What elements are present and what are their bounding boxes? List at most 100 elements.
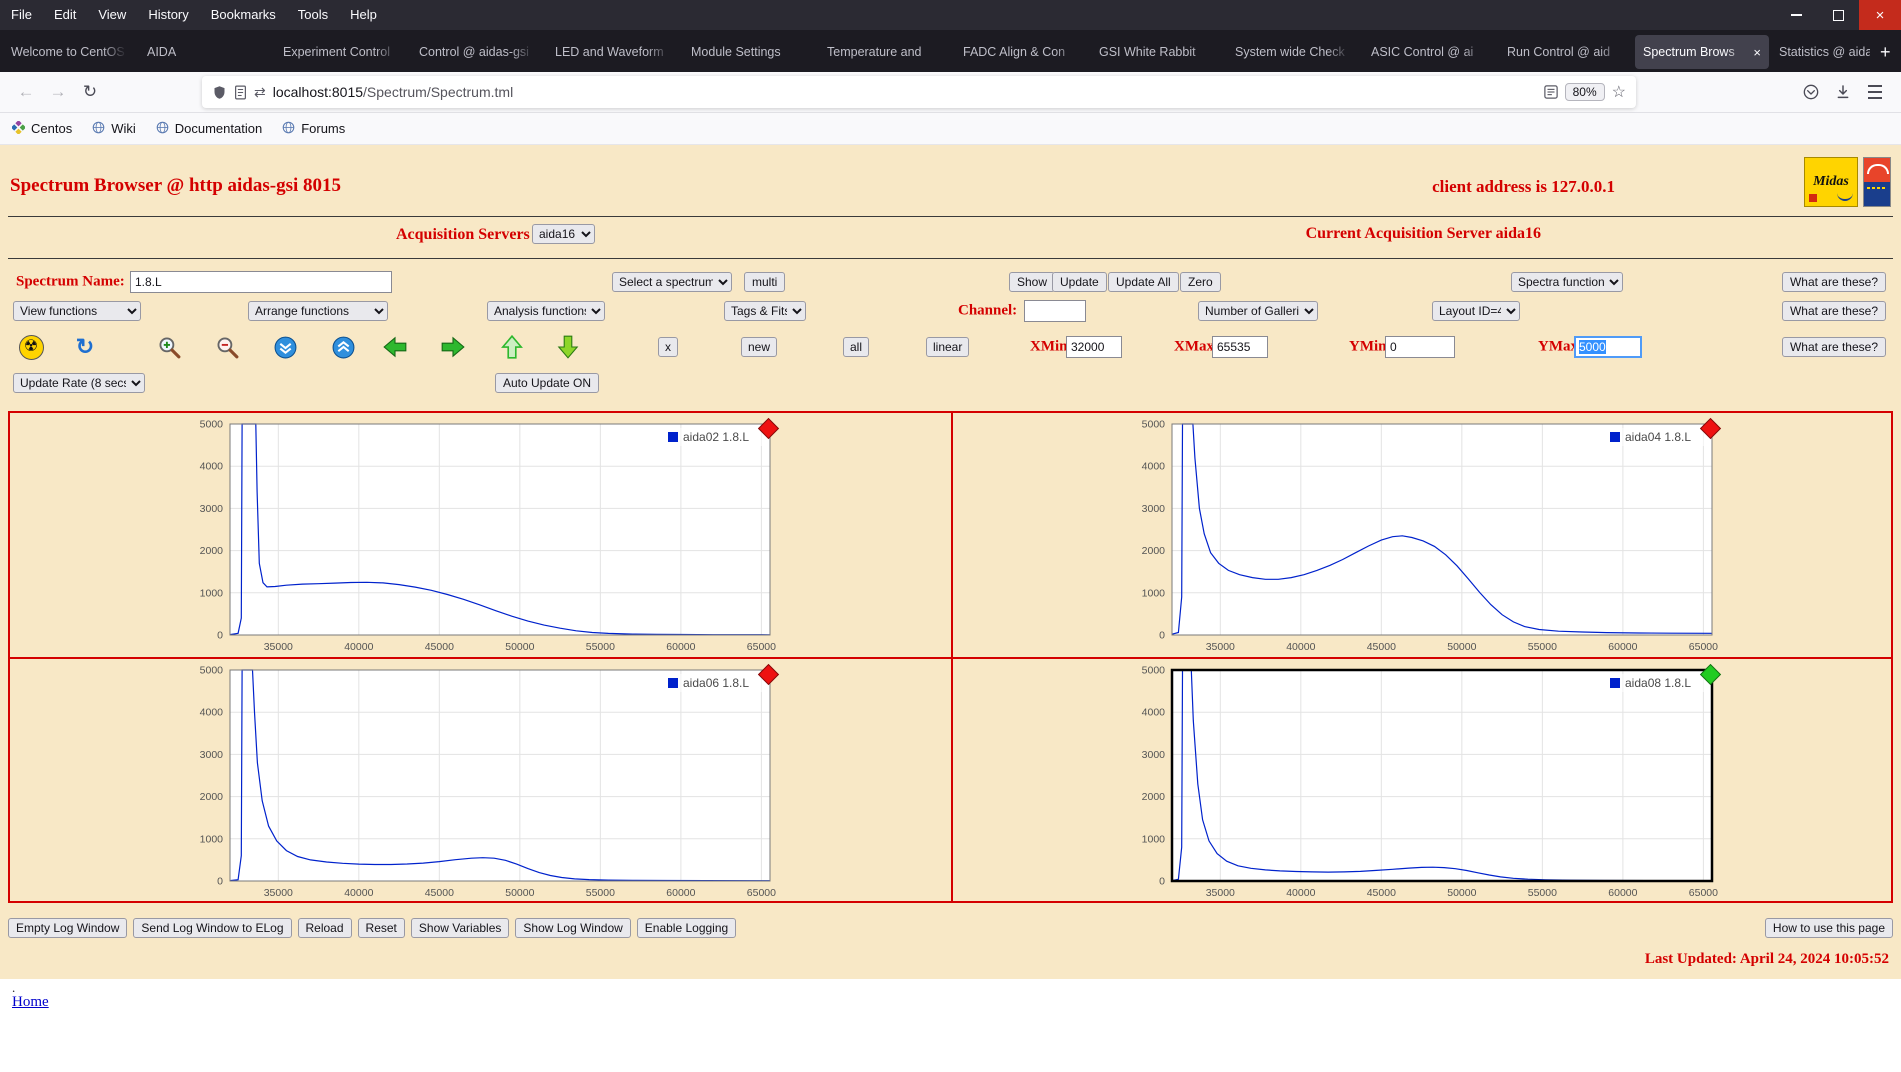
back-button[interactable]: ← [10, 77, 42, 107]
tab-experiment-control[interactable]: Experiment Control [275, 35, 409, 69]
bookmark-label: Centos [31, 121, 72, 136]
what-are-these-button-1[interactable]: What are these? [1782, 272, 1886, 292]
forward-button[interactable]: → [42, 77, 74, 107]
url-bar[interactable]: ⇄ localhost:8015/Spectrum/Spectrum.tml 8… [202, 76, 1636, 108]
bookmark-centos[interactable]: Centos [12, 121, 72, 137]
menu-edit[interactable]: Edit [43, 0, 87, 30]
all-button[interactable]: all [843, 337, 869, 357]
bookmark-documentation[interactable]: Documentation [156, 121, 262, 137]
radiation-icon[interactable]: ☢ [18, 334, 44, 360]
reload-button[interactable]: Reload [298, 918, 352, 938]
tab-run-control-aid[interactable]: Run Control @ aid [1499, 35, 1633, 69]
tab-spectrum-brows[interactable]: Spectrum Brows× [1635, 35, 1769, 69]
tab-statistics-aidas[interactable]: Statistics @ aidas [1771, 35, 1870, 69]
spectrum-panel-aida08[interactable]: 0100020003000400050003500040000450005000… [951, 657, 1892, 901]
green-arrow-up-icon[interactable] [499, 334, 525, 360]
send-log-window-to-elog-button[interactable]: Send Log Window to ELog [133, 918, 291, 938]
zoom-level-badge[interactable]: 80% [1565, 83, 1605, 101]
bookmark-forums[interactable]: Forums [282, 121, 345, 137]
channel-input[interactable] [1024, 300, 1086, 322]
menu-help[interactable]: Help [339, 0, 388, 30]
reset-button[interactable]: Reset [358, 918, 405, 938]
page-info-icon[interactable] [234, 85, 247, 100]
update-all-button[interactable]: Update All [1108, 272, 1179, 292]
new-button[interactable]: new [741, 337, 777, 357]
xmin-input[interactable] [1066, 336, 1122, 358]
tab-close-icon[interactable]: × [1753, 45, 1761, 60]
update-button[interactable]: Update [1052, 272, 1107, 292]
green-arrow-left-icon[interactable] [382, 334, 408, 360]
empty-log-window-button[interactable]: Empty Log Window [8, 918, 127, 938]
what-are-these-button-2[interactable]: What are these? [1782, 301, 1886, 321]
spectra-functions-dropdown[interactable]: Spectra functions [1511, 272, 1623, 292]
show-log-window-button[interactable]: Show Log Window [515, 918, 630, 938]
spectrum-panel-aida04[interactable]: 0100020003000400050003500040000450005000… [951, 413, 1892, 657]
tab-fadc-align-con[interactable]: FADC Align & Con [955, 35, 1089, 69]
tab-aida[interactable]: AIDA [139, 35, 273, 69]
show-variables-button[interactable]: Show Variables [411, 918, 510, 938]
tab-control-aidas-gsi[interactable]: Control @ aidas-gsi [411, 35, 545, 69]
select-spectrum-dropdown[interactable]: Select a spectrum [612, 272, 732, 292]
reload-button[interactable]: ↻ [74, 77, 106, 107]
ymin-input[interactable] [1385, 336, 1455, 358]
zero-button[interactable]: Zero [1180, 272, 1221, 292]
cycle-icon[interactable]: ↻ [72, 334, 98, 360]
spectrum-chart-aida02[interactable]: 0100020003000400050003500040000450005000… [180, 417, 780, 653]
menu-icon[interactable] [1859, 77, 1891, 107]
close-button[interactable]: × [1859, 0, 1901, 30]
update-rate-dropdown[interactable]: Update Rate (8 secs) [13, 373, 145, 393]
zoom-in-icon[interactable] [156, 334, 182, 360]
enable-logging-button[interactable]: Enable Logging [637, 918, 736, 938]
home-link[interactable]: Home [12, 994, 49, 1010]
tab-asic-control-ai[interactable]: ASIC Control @ ai [1363, 35, 1497, 69]
swap-arrows-icon[interactable]: ⇄ [254, 84, 266, 101]
xmax-input[interactable] [1212, 336, 1268, 358]
reader-mode-icon[interactable] [1544, 85, 1558, 99]
pocket-icon[interactable] [1795, 77, 1827, 107]
layout-dropdown[interactable]: Layout ID=4 [1432, 301, 1520, 321]
spectrum-chart-aida08[interactable]: 0100020003000400050003500040000450005000… [1122, 663, 1722, 899]
menu-tools[interactable]: Tools [287, 0, 339, 30]
galleries-dropdown[interactable]: Number of Galleries [1198, 301, 1318, 321]
tab-led-and-waveform[interactable]: LED and Waveform [547, 35, 681, 69]
tab-gsi-white-rabbit[interactable]: GSI White Rabbit [1091, 35, 1225, 69]
menu-view[interactable]: View [87, 0, 137, 30]
what-are-these-button-3[interactable]: What are these? [1782, 337, 1886, 357]
green-arrow-right-icon[interactable] [440, 334, 466, 360]
auto-update-button[interactable]: Auto Update ON [495, 373, 599, 393]
spectrum-chart-aida04[interactable]: 0100020003000400050003500040000450005000… [1122, 417, 1722, 653]
x-button[interactable]: x [658, 337, 678, 357]
maximize-button[interactable] [1817, 0, 1859, 30]
spectrum-chart-aida06[interactable]: 0100020003000400050003500040000450005000… [180, 663, 780, 899]
shield-icon[interactable] [212, 85, 227, 100]
downloads-icon[interactable] [1827, 77, 1859, 107]
bookmark-wiki[interactable]: Wiki [92, 121, 136, 137]
arrange-functions-dropdown[interactable]: Arrange functions [248, 301, 388, 321]
spectrum-name-input[interactable] [130, 271, 392, 293]
zoom-out-icon[interactable] [214, 334, 240, 360]
multi-button[interactable]: multi [744, 272, 785, 292]
ymax-input[interactable]: 5000 [1574, 336, 1642, 358]
spectrum-panel-aida06[interactable]: 0100020003000400050003500040000450005000… [10, 657, 951, 901]
menu-history[interactable]: History [137, 0, 199, 30]
bookmark-star-icon[interactable]: ☆ [1612, 82, 1626, 102]
acquisition-server-select[interactable]: aida16 [532, 224, 595, 244]
blue-circle-down-icon[interactable] [272, 334, 298, 360]
tab-welcome-to-centos[interactable]: Welcome to CentOS [3, 35, 137, 69]
view-functions-dropdown[interactable]: View functions [13, 301, 141, 321]
tab-system-wide-check[interactable]: System wide Check [1227, 35, 1361, 69]
green-arrow-down-icon[interactable] [555, 334, 581, 360]
new-tab-button[interactable]: + [1870, 36, 1901, 68]
minimize-button[interactable] [1775, 0, 1817, 30]
how-to-use-button[interactable]: How to use this page [1765, 918, 1893, 938]
menu-bookmarks[interactable]: Bookmarks [200, 0, 287, 30]
blue-circle-up-icon[interactable] [330, 334, 356, 360]
show-button[interactable]: Show [1009, 272, 1055, 292]
analysis-functions-dropdown[interactable]: Analysis functions [487, 301, 605, 321]
tab-module-settings[interactable]: Module Settings [683, 35, 817, 69]
spectrum-panel-aida02[interactable]: 0100020003000400050003500040000450005000… [10, 413, 951, 657]
tab-temperature-and[interactable]: Temperature and [819, 35, 953, 69]
menu-file[interactable]: File [0, 0, 43, 30]
tags-fits-dropdown[interactable]: Tags & Fits [724, 301, 806, 321]
linear-button[interactable]: linear [926, 337, 969, 357]
